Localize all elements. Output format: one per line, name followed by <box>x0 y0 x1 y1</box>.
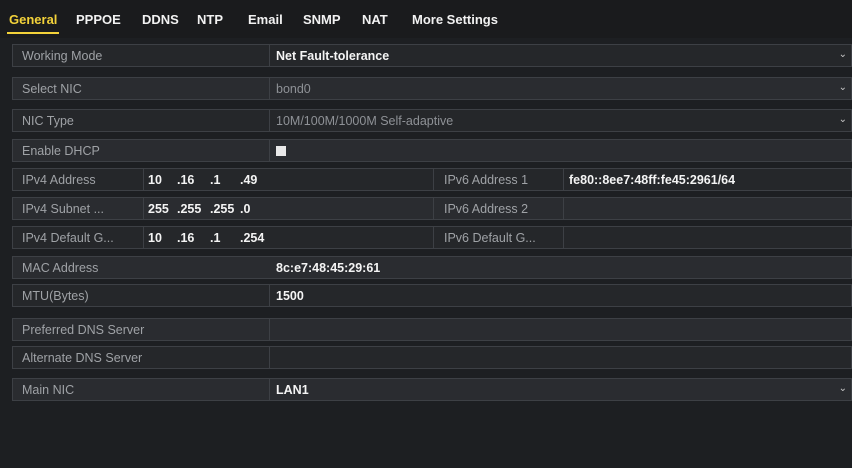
chevron-down-icon: ⌄ <box>838 82 847 93</box>
tab-email[interactable]: Email <box>248 12 283 34</box>
working-mode-value: Net Fault-tolerance <box>276 49 390 63</box>
ipv6-address-1-label: IPv6 Address 1 <box>444 173 529 187</box>
select-nic-row: Select NIC bond0 ⌄ <box>12 77 852 100</box>
ipv4-subnet-input[interactable]: 255 .255 .255 .0 <box>144 198 433 219</box>
mtu-label: MTU(Bytes) <box>22 289 89 303</box>
ipv4-gateway-row: IPv4 Default G... 10 .16 .1 .254 IPv6 De… <box>12 226 852 249</box>
alternate-dns-row: Alternate DNS Server <box>12 346 852 369</box>
enable-dhcp-label: Enable DHCP <box>22 144 100 158</box>
main-nic-select[interactable]: LAN1 ⌄ <box>270 379 851 400</box>
mtu-input[interactable]: 1500 <box>270 285 851 306</box>
main-nic-label: Main NIC <box>22 383 75 397</box>
ipv4-gateway-label: IPv4 Default G... <box>22 231 114 245</box>
nic-type-value: 10M/100M/1000M Self-adaptive <box>276 114 454 128</box>
mac-address-label: MAC Address <box>22 261 99 275</box>
ipv4-subnet-row: IPv4 Subnet ... 255 .255 .255 .0 IPv6 Ad… <box>12 197 852 220</box>
ipv6-address-1-input[interactable]: fe80::8ee7:48ff:fe45:2961/64 <box>564 169 851 190</box>
tab-snmp[interactable]: SNMP <box>303 12 341 34</box>
mac-address-row: MAC Address 8c:e7:48:45:29:61 <box>12 256 852 279</box>
working-mode-label: Working Mode <box>22 49 103 63</box>
tab-bar: General PPPOE DDNS NTP Email SNMP NAT Mo… <box>0 0 852 38</box>
enable-dhcp-row: Enable DHCP <box>12 139 852 162</box>
select-nic-label: Select NIC <box>22 82 82 96</box>
ipv4-address-input[interactable]: 10 .16 .1 .49 <box>144 169 433 190</box>
tab-ntp[interactable]: NTP <box>197 12 223 34</box>
ipv4-address-row: IPv4 Address 10 .16 .1 .49 IPv6 Address … <box>12 168 852 191</box>
enable-dhcp-checkbox[interactable] <box>276 146 286 156</box>
nic-type-row: NIC Type 10M/100M/1000M Self-adaptive ⌄ <box>12 109 852 132</box>
main-nic-row: Main NIC LAN1 ⌄ <box>12 378 852 401</box>
select-nic-value: bond0 <box>276 82 311 96</box>
chevron-down-icon: ⌄ <box>838 383 847 394</box>
tab-ddns[interactable]: DDNS <box>142 12 179 34</box>
ipv6-gateway-input[interactable] <box>564 227 851 248</box>
ipv6-address-2-label: IPv6 Address 2 <box>444 202 529 216</box>
mac-address-value: 8c:e7:48:45:29:61 <box>276 261 381 275</box>
alternate-dns-label: Alternate DNS Server <box>22 351 143 365</box>
tab-general[interactable]: General <box>6 12 60 34</box>
nic-type-select[interactable]: 10M/100M/1000M Self-adaptive ⌄ <box>270 110 851 131</box>
mtu-row: MTU(Bytes) 1500 <box>12 284 852 307</box>
tab-more-settings[interactable]: More Settings <box>412 12 498 34</box>
chevron-down-icon: ⌄ <box>838 49 847 60</box>
working-mode-row: Working Mode Net Fault-tolerance ⌄ <box>12 44 852 67</box>
main-nic-value: LAN1 <box>276 383 309 397</box>
preferred-dns-row: Preferred DNS Server <box>12 318 852 341</box>
alternate-dns-input[interactable] <box>270 347 851 368</box>
ipv4-gateway-input[interactable]: 10 .16 .1 .254 <box>144 227 433 248</box>
tab-pppoe[interactable]: PPPOE <box>76 12 121 34</box>
working-mode-select[interactable]: Net Fault-tolerance ⌄ <box>270 45 851 66</box>
chevron-down-icon: ⌄ <box>838 114 847 125</box>
preferred-dns-input[interactable] <box>270 319 851 340</box>
preferred-dns-label: Preferred DNS Server <box>22 323 145 337</box>
select-nic-select[interactable]: bond0 ⌄ <box>270 78 851 99</box>
ipv4-address-label: IPv4 Address <box>22 173 96 187</box>
nic-type-label: NIC Type <box>22 114 74 128</box>
tab-nat[interactable]: NAT <box>362 12 388 34</box>
ipv4-subnet-label: IPv4 Subnet ... <box>22 202 104 216</box>
ipv6-address-2-input[interactable] <box>564 198 851 219</box>
ipv6-gateway-label: IPv6 Default G... <box>444 231 536 245</box>
